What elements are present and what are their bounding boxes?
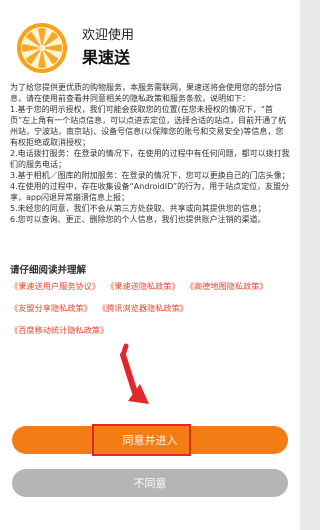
policy-links: 《果速送用户服务协议》 《果速送隐私政策》 《高德地图隐私政策》 《友盟分享隐私… — [10, 280, 290, 336]
dialog-header: 欢迎使用 果速送 — [16, 22, 134, 74]
app-name: 果速送 — [82, 48, 131, 67]
intro-paragraph: 为了给您提供更优质的购物服务，本服务需联网，果速送将会使用您的部分信息，请在使用… — [10, 83, 282, 103]
link-app-privacy-policy[interactable]: 《果速送隐私政策》 — [106, 280, 180, 292]
read-prompt: 请仔细阅读并理解 — [10, 265, 87, 276]
thirdparty-paragraph: 5.未经您的同意，我们不会从第三方处获取、共享或向其提供您的信息； — [10, 204, 266, 213]
welcome-text: 欢迎使用 — [82, 28, 135, 43]
link-amap-privacy-policy[interactable]: 《高德地图隐私政策》 — [186, 280, 268, 292]
location-paragraph: 1.基于您的明示授权，我们可能会获取您的位置(在您未授权的情况下，“首页”左上角… — [10, 105, 287, 147]
privacy-dialog: 欢迎使用 果速送 为了给您提供更优质的购物服务，本服务需联网，果速送将会使用您的… — [0, 0, 300, 530]
orange-slice-logo-icon — [17, 23, 67, 73]
phone-paragraph: 2.电话拨打服务：在登录的情况下，在使用的过程中有任何问题，都可以拨打我们的服务… — [10, 149, 290, 169]
account-paragraph: 6.您可以查询、更正、删除您的个人信息，我们也提供账户注销的渠道。 — [10, 215, 266, 224]
camera-paragraph: 3.基于相机／图库的附加服务：在登录的情况下，您可以更换自己的门店头像； — [10, 171, 290, 180]
privacy-description: 为了给您提供更优质的购物服务，本服务需联网，果速送将会使用您的部分信息，请在使用… — [10, 82, 290, 225]
link-baidu-stat-privacy-policy[interactable]: 《百度移动统计隐私政策》 — [10, 324, 108, 336]
annotation-highlight-box — [92, 424, 191, 456]
link-user-service-agreement[interactable]: 《果速送用户服务协议》 — [10, 280, 100, 292]
link-umeng-share-privacy-policy[interactable]: 《友盟分享隐私政策》 — [10, 302, 92, 314]
androidid-paragraph: 4.在使用的过程中，存在收集设备“AndroidID”的行为，用于站点定位，友盟… — [10, 182, 290, 202]
disagree-button[interactable]: 不同意 — [12, 469, 288, 497]
link-tencent-browser-privacy-policy[interactable]: 《腾讯浏览器隐私政策》 — [98, 302, 188, 314]
header-titles: 欢迎使用 果速送 — [82, 27, 134, 69]
